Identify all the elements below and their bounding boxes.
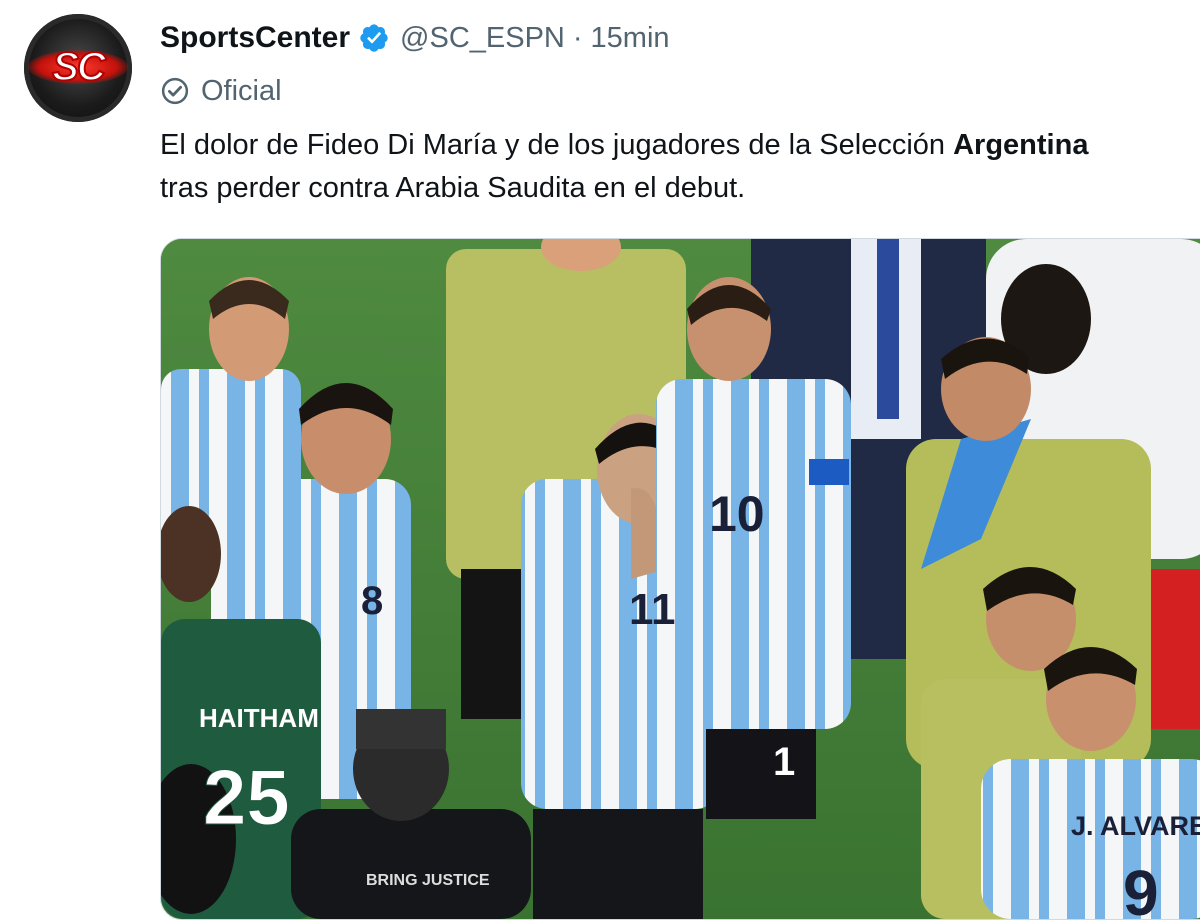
- tweet-timestamp[interactable]: 15min: [591, 22, 670, 55]
- shorts-number-1: 1: [773, 740, 795, 784]
- alvarez-jersey-name: J. ALVAREZ: [1071, 811, 1200, 841]
- tweet-header: SportsCenter @SC_ESPN · 15min: [160, 18, 670, 58]
- saudi-jersey-name: HAITHAM: [199, 703, 319, 733]
- header-separator: ·: [572, 21, 583, 54]
- circle-check-icon: [161, 77, 189, 105]
- tweet-photo[interactable]: HAITHAM 25 8 11 10 1 J. ALVAREZ 9 BRING …: [160, 238, 1200, 920]
- official-label-text: Oficial: [201, 74, 282, 107]
- tweet-text-part2: tras perder contra Arabia Saudita en el …: [160, 172, 746, 204]
- author-handle[interactable]: @SC_ESPN: [400, 22, 565, 55]
- author-name[interactable]: SportsCenter: [160, 21, 350, 55]
- avatar-logo: SC: [51, 44, 107, 90]
- tweet-text-part1: El dolor de Fideo Di María y de los juga…: [160, 129, 954, 161]
- alvarez-jersey-number: 9: [1123, 857, 1159, 919]
- jersey-number-10: 10: [709, 486, 765, 542]
- official-label: Oficial: [160, 72, 282, 110]
- photo-illustration: HAITHAM 25 8 11 10 1 J. ALVAREZ 9 BRING …: [161, 239, 1200, 919]
- verified-badge-icon: [360, 24, 388, 52]
- jersey-number-11: 11: [629, 585, 676, 634]
- tweet-text: El dolor de Fideo Di María y de los juga…: [160, 124, 1200, 210]
- jersey-number-8: 8: [361, 579, 383, 623]
- tweet-text-bold: Argentina: [953, 129, 1089, 161]
- saudi-jersey-number: 25: [203, 753, 290, 841]
- photographer-shirt-text: BRING JUSTICE: [366, 872, 490, 889]
- author-avatar[interactable]: SC: [24, 14, 132, 122]
